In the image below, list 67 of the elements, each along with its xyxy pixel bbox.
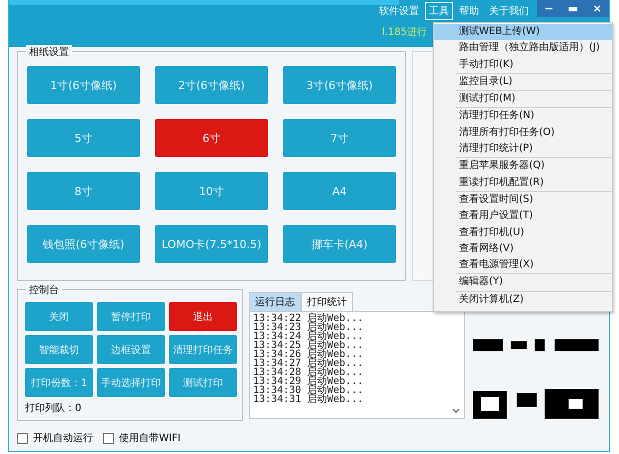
paper-size-button[interactable]: 7寸 <box>283 119 396 157</box>
menu-item[interactable]: 查看设置时间(S) <box>434 192 612 208</box>
log-line: 13:34:23 启动Web... <box>253 323 364 332</box>
maximize-button[interactable]: ▬ <box>564 2 582 15</box>
menu-item[interactable]: 清理打印任务(N) <box>434 108 612 125</box>
log-line: 13:34:31 启动Web... <box>253 395 364 404</box>
menu-item[interactable]: 测试WEB上传(W) <box>434 24 612 40</box>
paper-size-button[interactable]: 1寸(6寸像纸) <box>27 66 140 104</box>
console-button[interactable]: 打印份数：1 <box>25 368 93 397</box>
checkbox[interactable] <box>17 432 28 444</box>
queue-count: 打印列队：0 <box>25 402 82 415</box>
menu-item[interactable]: 查看打印机(U) <box>434 224 612 241</box>
minimize-button[interactable]: − <box>540 2 558 15</box>
paper-size-button[interactable]: 钱包照(6寸像纸) <box>27 225 140 263</box>
menu-item[interactable]: 测试打印(M) <box>434 91 612 108</box>
menu-item[interactable]: 清理所有打印任务(O) <box>434 124 612 142</box>
paper-size-button[interactable]: 10寸 <box>155 172 268 210</box>
menu-item[interactable]: 软件设置 <box>375 2 423 20</box>
checkbox[interactable] <box>103 432 114 444</box>
menu-item[interactable]: 查看用户设置(T) <box>434 208 612 225</box>
menu-item[interactable]: 重启苹果服务器(Q) <box>434 158 612 175</box>
log-tab[interactable]: 打印统计 <box>301 292 353 311</box>
menu-item[interactable]: 关于我们 <box>485 2 533 20</box>
menu-item[interactable]: 手动打印(K) <box>434 56 612 73</box>
log-line: 13:34:27 启动Web... <box>253 359 364 368</box>
paper-size-button[interactable]: 挪车卡(A4) <box>283 225 396 263</box>
paper-size-button[interactable]: 8寸 <box>27 172 140 210</box>
console-button[interactable]: 手动选择打印 <box>97 368 165 397</box>
paper-size-button[interactable]: 5寸 <box>27 119 140 157</box>
log-line: 13:34:22 启动Web... <box>253 314 364 323</box>
console-button[interactable]: 退出 <box>169 302 237 331</box>
menu-item[interactable]: 重读打印机配置(R) <box>434 174 612 191</box>
log-line: 13:34:30 启动Web... <box>253 386 364 395</box>
menu-item[interactable]: 监控目录(L) <box>434 74 612 90</box>
checkbox-label[interactable]: 使用自带WIFI <box>119 431 181 445</box>
console-button[interactable]: 智能裁切 <box>25 335 93 364</box>
console-button[interactable]: 测试打印 <box>169 368 237 397</box>
menu-item[interactable]: 查看网络(V) <box>434 240 612 258</box>
log-line: 13:34:29 启动Web... <box>253 377 364 386</box>
menu-item[interactable]: 关闭计算机(Z) <box>434 292 612 308</box>
log-line: 13:34:28 启动Web... <box>253 368 364 377</box>
console-button[interactable]: 清理打印任务 <box>169 335 237 364</box>
menu-item[interactable]: 帮助 <box>455 2 483 20</box>
log-tab[interactable]: 运行日志 <box>249 292 301 311</box>
paper-size-button[interactable]: 6寸 <box>155 119 268 157</box>
menu-item[interactable]: 查看电源管理(X) <box>434 257 612 274</box>
console-button[interactable]: 暂停打印 <box>97 302 165 331</box>
paper-size-button[interactable]: 3寸(6寸像纸) <box>283 66 396 104</box>
checkbox-label[interactable]: 开机自动运行 <box>33 431 93 445</box>
qr-code-icon <box>473 339 601 419</box>
paper-size-button[interactable]: A4 <box>283 172 396 210</box>
group-title: 相纸设置 <box>26 45 72 59</box>
console-button[interactable]: 边框设置 <box>97 335 165 364</box>
log-line: 13:34:24 启动Web... <box>253 332 364 341</box>
status-text: l.185进行 <box>382 26 427 39</box>
close-button[interactable]: × <box>588 2 606 15</box>
menu-item[interactable]: 工具 <box>425 2 453 20</box>
menu-item[interactable]: 清理打印统计(P) <box>434 141 612 158</box>
paper-size-button[interactable]: 2寸(6寸像纸) <box>155 66 268 104</box>
menu-item[interactable]: 编辑器(Y) <box>434 274 612 291</box>
log-line: 13:34:25 启动Web... <box>253 341 364 350</box>
paper-size-button[interactable]: LOMO卡(7.5*10.5) <box>155 225 268 263</box>
scroll-down-icon[interactable] <box>452 408 460 414</box>
console-button[interactable]: 关闭 <box>25 302 93 331</box>
group-title: 控制台 <box>26 283 62 297</box>
log-line: 13:34:26 启动Web... <box>253 350 364 359</box>
menu-item[interactable]: 路由管理（独立路由版适用）(J) <box>434 40 612 57</box>
